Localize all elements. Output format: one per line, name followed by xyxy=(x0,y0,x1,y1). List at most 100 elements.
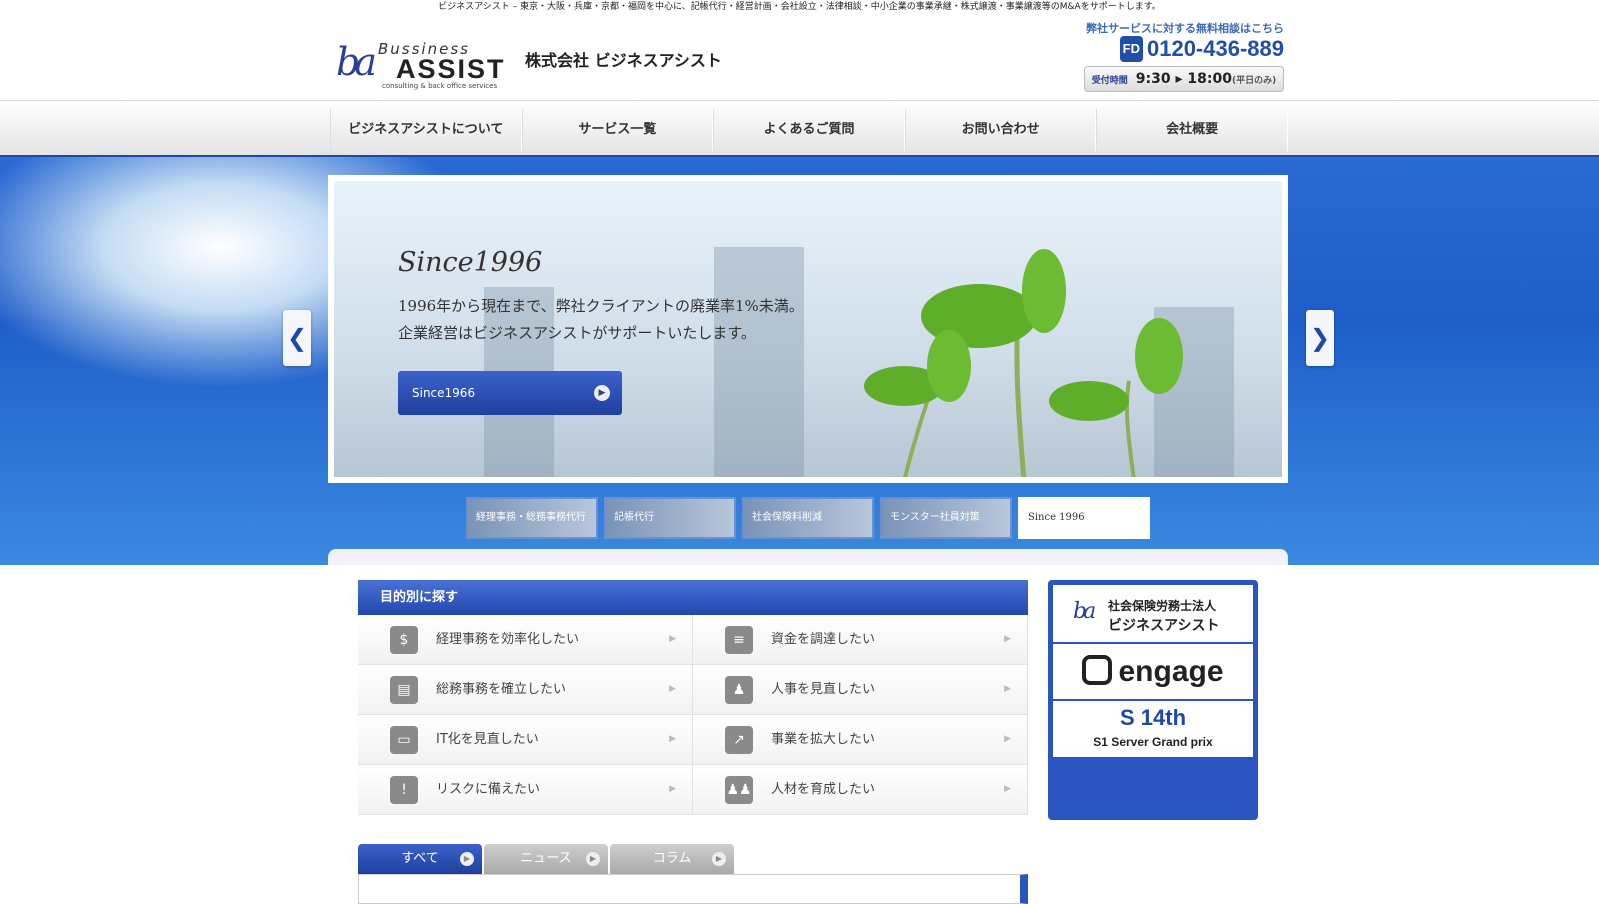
news-list xyxy=(358,874,1028,904)
company-name: 株式会社 ビジネスアシスト xyxy=(525,51,722,70)
tab-all[interactable]: すべて ▶ xyxy=(358,844,482,874)
banner-labor-office[interactable]: ba 社会保険労務士法人 ビジネスアシスト xyxy=(1053,585,1253,642)
purpose-item-label: IT化を見直したい xyxy=(436,732,539,747)
content-top-edge xyxy=(328,549,1288,565)
company-logo[interactable]: ba Bussiness ASSIST consulting & back of… xyxy=(336,28,526,90)
slider-thumb[interactable]: モンスター社員対策 xyxy=(880,497,1012,539)
header: ba Bussiness ASSIST consulting & back of… xyxy=(0,14,1599,101)
purpose-item[interactable]: ≡ 資金を調達したい ▶ xyxy=(693,615,1028,665)
slider-thumb[interactable]: 経理事務・総務事務代行 xyxy=(466,497,598,539)
chevron-right-icon: ▶ xyxy=(1004,684,1011,694)
purpose-item-label: 人事を見直したい xyxy=(771,682,876,697)
sidebar-banners: ba 社会保険労務士法人 ビジネスアシスト engage S 14th S1 S… xyxy=(1048,580,1258,820)
logo-sub-text: consulting & back office services xyxy=(382,82,498,90)
slide-cta-label: Since1966 xyxy=(412,386,476,400)
group-icon: ♟♟ xyxy=(725,776,753,804)
global-nav: ビジネスアシストについて サービス一覧 よくあるご質問 お問い合わせ 会社概要 xyxy=(0,101,1599,157)
phone-number[interactable]: FD 0120-436-889 xyxy=(1084,36,1284,62)
tab-label: コラム xyxy=(652,851,692,866)
purpose-item-label: 資金を調達したい xyxy=(771,632,876,647)
chevron-right-icon: ▶ xyxy=(1004,734,1011,744)
slider-thumb[interactable]: 記帳代行 xyxy=(604,497,736,539)
slide-text-line: 企業経営はビジネスアシストがサポートいたします。 xyxy=(398,324,756,342)
tab-label: ニュース xyxy=(520,851,572,866)
purpose-item-label: リスクに備えたい xyxy=(436,782,541,797)
nav-item-faq[interactable]: よくあるご質問 xyxy=(713,109,905,151)
purpose-search-panel: 目的別に探す $ 経理事務を効率化したい ▶ ≡ 資金を調達したい ▶ ▤ 総務事務を確立した… xyxy=(358,580,1028,820)
purpose-item-label: 経理事務を効率化したい xyxy=(436,632,580,647)
slide-text-line: 1996年から現在まで、弊社クライアントの廃業率1%未満。 xyxy=(398,297,804,315)
slider-prev-button[interactable]: ❮ xyxy=(283,310,311,366)
freedial-icon: FD xyxy=(1119,36,1143,62)
documents-icon: ▤ xyxy=(390,676,418,704)
coins-icon: ≡ xyxy=(725,626,753,654)
background-building xyxy=(714,247,804,477)
logo-mark: ba xyxy=(1073,599,1096,624)
purpose-item[interactable]: ↗ 事業を拡大したい ▶ xyxy=(693,715,1028,765)
banner-line: ビジネスアシスト xyxy=(1108,618,1220,634)
purpose-item[interactable]: ♟ 人事を見直したい ▶ xyxy=(693,665,1028,715)
sprout-image xyxy=(864,249,1183,477)
news-tabs: すべて ▶ ニュース ▶ コラム ▶ xyxy=(358,844,734,874)
banner-line: 社会保険労務士法人 xyxy=(1108,599,1217,613)
slide-current: Since1996 1996年から現在まで、弊社クライアントの廃業率1%未満。 … xyxy=(334,181,1282,477)
nav-item-about[interactable]: ビジネスアシストについて xyxy=(330,109,522,151)
purpose-grid: $ 経理事務を効率化したい ▶ ≡ 資金を調達したい ▶ ▤ 総務事務を確立したい ▶ ♟ 人事を見… xyxy=(358,615,1028,815)
banner-engage-text: engage xyxy=(1118,655,1224,688)
money-bag-icon: $ xyxy=(390,626,418,654)
nav-item-company[interactable]: 会社概要 xyxy=(1096,109,1288,151)
banner-engage[interactable]: engage xyxy=(1053,644,1253,699)
slide-text: 1996年から現在まで、弊社クライアントの廃業率1%未満。 企業経営はビジネスア… xyxy=(398,293,804,347)
contact-box: 弊社サービスに対する無料相談はこちら FD 0120-436-889 受付時間 9:… xyxy=(1084,20,1284,92)
contact-note: 弊社サービスに対する無料相談はこちら xyxy=(1086,22,1284,35)
tab-news[interactable]: ニュース ▶ xyxy=(484,844,608,874)
chevron-right-icon: ▶ xyxy=(669,684,676,694)
hours-value: 9:30 ▸ 18:00 xyxy=(1135,71,1232,87)
business-hours: 受付時間 9:30 ▸ 18:00(平日のみ) xyxy=(1084,66,1284,92)
chevron-right-icon: ▶ xyxy=(1004,784,1011,794)
warning-icon: ! xyxy=(390,776,418,804)
chevron-right-icon: ▶ xyxy=(669,734,676,744)
tab-column[interactable]: コラム ▶ xyxy=(610,844,734,874)
play-icon: ▶ xyxy=(712,852,726,866)
logo-mark: ba xyxy=(336,40,377,84)
monitor-icon: ▭ xyxy=(390,726,418,754)
site-tagline: ビジネスアシスト – 東京・大阪・兵庫・京都・福岡を中心に、記帳代行・経営計画・… xyxy=(438,2,1161,12)
nav-item-services[interactable]: サービス一覧 xyxy=(521,109,714,151)
play-icon: ▶ xyxy=(460,852,474,866)
purpose-item[interactable]: ! リスクに備えたい ▶ xyxy=(358,765,693,815)
banner-number: S 14th xyxy=(1119,705,1187,730)
slider-thumbnails: 経理事務・総務事務代行 記帳代行 社会保険料削減 モンスター社員対策 Since… xyxy=(466,497,1150,541)
hours-label: 受付時間 xyxy=(1091,76,1128,86)
purpose-item-label: 総務事務を確立したい xyxy=(436,682,567,697)
growth-chart-icon: ↗ xyxy=(725,726,753,754)
hours-note: (平日のみ) xyxy=(1231,76,1277,86)
slide-title: Since1996 xyxy=(398,247,543,278)
purpose-item[interactable]: ▭ IT化を見直したい ▶ xyxy=(358,715,693,765)
play-icon: ▶ xyxy=(594,385,610,401)
tab-label: すべて xyxy=(401,851,439,866)
slider-thumb-active[interactable]: Since 1996 xyxy=(1018,497,1150,539)
chevron-right-icon: ▶ xyxy=(669,784,676,794)
person-icon: ♟ xyxy=(725,676,753,704)
engage-logo-icon xyxy=(1082,655,1113,685)
logo-main-text: ASSIST xyxy=(396,54,506,84)
banner-s1-grand-prix[interactable]: S 14th S1 Server Grand prix xyxy=(1053,701,1253,757)
slide-frame: Since1996 1996年から現在まで、弊社クライアントの廃業率1%未満。 … xyxy=(328,175,1288,483)
banner-text: S1 Server Grand prix xyxy=(1093,735,1213,749)
hero-slider: ❮ ❯ Since1996 1996年から現在まで、弊社クライアントの廃業率1%… xyxy=(0,157,1599,565)
slider-next-button[interactable]: ❯ xyxy=(1306,310,1334,366)
slider-thumb[interactable]: 社会保険料削減 xyxy=(742,497,874,539)
purpose-item-label: 事業を拡大したい xyxy=(771,732,876,747)
slide-cta-button[interactable]: Since1966 ▶ xyxy=(398,371,622,415)
purpose-item-label: 人材を育成したい xyxy=(771,782,876,797)
purpose-item[interactable]: ♟♟ 人材を育成したい ▶ xyxy=(693,765,1028,815)
phone-number-text: 0120-436-889 xyxy=(1146,36,1284,61)
chevron-right-icon: ▶ xyxy=(669,634,676,644)
chevron-right-icon: ▶ xyxy=(1004,634,1011,644)
purpose-item[interactable]: $ 経理事務を効率化したい ▶ xyxy=(358,615,693,665)
purpose-item[interactable]: ▤ 総務事務を確立したい ▶ xyxy=(358,665,693,715)
play-icon: ▶ xyxy=(586,852,600,866)
purpose-heading: 目的別に探す xyxy=(358,580,1028,615)
nav-item-contact[interactable]: お問い合わせ xyxy=(904,109,1097,151)
